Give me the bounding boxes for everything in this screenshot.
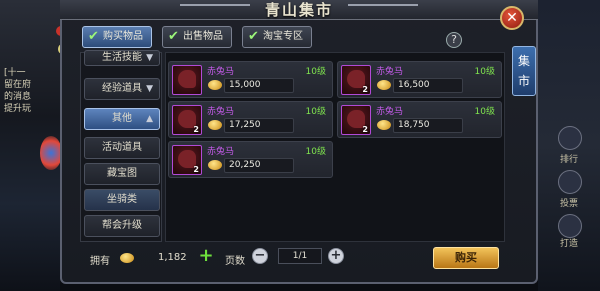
- category-exp-items[interactable]: 经验道具 ▼: [84, 78, 160, 100]
- tab-taobao[interactable]: ✔ 淘宝专区: [242, 26, 312, 48]
- check-icon: ✔: [88, 29, 99, 44]
- horse-icon: [172, 65, 202, 95]
- item-name: 赤兔马: [207, 147, 235, 157]
- item-price: 18,750: [398, 120, 430, 130]
- item-card[interactable]: 2 赤兔马 10级 16,500: [337, 61, 502, 98]
- gold-ingot-icon: [377, 80, 391, 90]
- category-label: 经验道具: [102, 83, 142, 94]
- forge-label: 打造: [559, 239, 578, 249]
- gold-ingot-icon: [208, 120, 222, 130]
- window-titlebar: 青山集市: [60, 0, 538, 20]
- chevron-down-icon: ▼: [146, 84, 153, 94]
- gold-ingot-icon: [377, 120, 391, 130]
- forge-button-icon[interactable]: [558, 214, 582, 238]
- page-label: 页数: [225, 256, 245, 267]
- category-label: 坐骑类: [107, 194, 137, 205]
- tab-label: 淘宝专区: [263, 31, 303, 42]
- category-label: 生活技能: [102, 52, 142, 63]
- next-page-button[interactable]: +: [328, 248, 344, 264]
- prev-page-button[interactable]: −: [252, 248, 268, 264]
- horse-icon: 2: [341, 65, 371, 95]
- tab-buy[interactable]: ✔ 购买物品: [82, 26, 152, 48]
- buy-button[interactable]: 购买: [433, 247, 499, 269]
- item-price: 17,250: [229, 120, 261, 130]
- horse-icon: 2: [341, 105, 371, 135]
- chat-line: 提升玩: [4, 104, 32, 114]
- category-label: 帮会升级: [102, 220, 142, 231]
- category-treasure-map[interactable]: 藏宝图: [84, 163, 160, 185]
- window-title: 青山集市: [264, 1, 333, 19]
- side-tab-market[interactable]: 集市: [512, 46, 536, 96]
- question-icon: ?: [451, 33, 457, 46]
- add-currency-button[interactable]: +: [198, 247, 214, 265]
- item-card[interactable]: 赤兔马 10级 15,000: [168, 61, 333, 98]
- owned-label: 拥有: [90, 256, 110, 267]
- item-level: 10级: [305, 107, 326, 117]
- plus-icon: +: [198, 245, 214, 266]
- item-name: 赤兔马: [207, 67, 235, 77]
- tab-label: 出售物品: [183, 31, 223, 42]
- item-level: 10级: [474, 107, 495, 117]
- item-price: 20,250: [229, 160, 261, 170]
- background-left-scene: [十一 留在府 的消息 提升玩: [0, 0, 66, 291]
- category-label: 其他: [112, 113, 132, 124]
- owned-amount: 1,182: [158, 252, 187, 263]
- check-icon: ✔: [248, 29, 259, 44]
- item-card[interactable]: 2 赤兔马 10级 17,250: [168, 101, 333, 138]
- item-price: 15,000: [229, 80, 261, 90]
- tab-sell[interactable]: ✔ 出售物品: [162, 26, 232, 48]
- game-screen: [十一 留在府 的消息 提升玩 排行 投票 打造 青山集市 ✕ ✔ 购买物品 ✔…: [0, 0, 600, 291]
- item-level: 10级: [305, 147, 326, 157]
- chat-line: 的消息: [4, 92, 32, 102]
- category-guild-upgrade[interactable]: 帮会升级: [84, 215, 160, 237]
- gold-ingot-icon: [120, 253, 134, 263]
- check-icon: ✔: [168, 29, 179, 44]
- item-price: 16,500: [398, 80, 430, 90]
- category-mounts[interactable]: 坐骑类: [84, 189, 160, 211]
- item-name: 赤兔马: [376, 107, 404, 117]
- plus-icon: +: [330, 248, 342, 263]
- rank-button-icon[interactable]: [558, 126, 582, 150]
- item-level: 10级: [305, 67, 326, 77]
- item-card[interactable]: 2 赤兔马 10级 20,250: [168, 141, 333, 178]
- gold-ingot-icon: [208, 160, 222, 170]
- item-name: 赤兔马: [207, 107, 235, 117]
- gold-ingot-icon: [208, 80, 222, 90]
- rank-label: 排行: [559, 155, 578, 165]
- horse-icon: 2: [172, 105, 202, 135]
- side-tab-label: 集市: [517, 54, 530, 88]
- chevron-down-icon: ▼: [146, 53, 153, 63]
- item-card[interactable]: 2 赤兔马 10级 18,750: [337, 101, 502, 138]
- category-other[interactable]: 其他 ▲: [84, 108, 160, 130]
- category-label: 活动道具: [102, 142, 142, 153]
- close-icon: ✕: [506, 10, 518, 26]
- category-label: 藏宝图: [107, 168, 137, 179]
- page-indicator: 1/1: [278, 248, 322, 264]
- chat-line: [十一: [4, 68, 26, 78]
- item-level: 10级: [474, 67, 495, 77]
- category-event-items[interactable]: 活动道具: [84, 137, 160, 159]
- chevron-up-icon: ▲: [146, 114, 153, 124]
- background-right-scene: 排行 投票 打造: [538, 0, 600, 291]
- vote-label: 投票: [559, 199, 578, 209]
- vote-button-icon[interactable]: [558, 170, 582, 194]
- help-button[interactable]: ?: [446, 32, 462, 48]
- close-button[interactable]: ✕: [500, 6, 524, 30]
- item-name: 赤兔马: [376, 67, 404, 77]
- tab-label: 购买物品: [103, 31, 143, 42]
- minus-icon: −: [254, 248, 266, 263]
- skill-orb-icon[interactable]: [40, 136, 62, 170]
- category-life-skills[interactable]: 生活技能 ▼: [84, 50, 160, 66]
- horse-icon: 2: [172, 145, 202, 175]
- chat-line: 留在府: [4, 80, 32, 90]
